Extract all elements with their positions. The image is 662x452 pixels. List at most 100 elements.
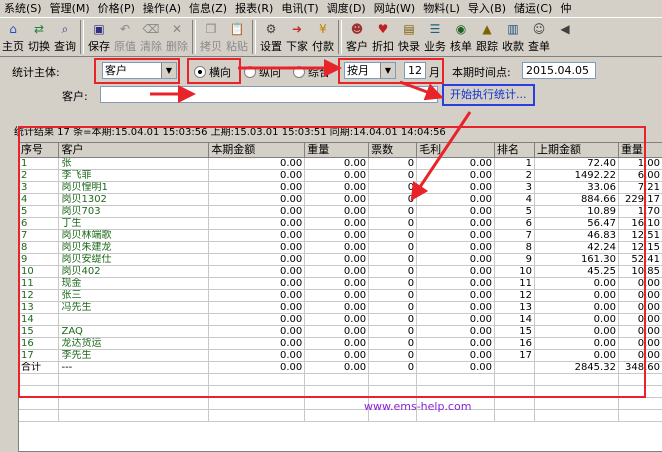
period-count-input[interactable]: 12 [404, 62, 426, 79]
toolbar-button-discount[interactable]: ♥ 折扣 [370, 18, 396, 56]
toolbar-button-verify[interactable]: ◉ 核单 [448, 18, 474, 56]
menu-item-7[interactable]: 调度(D) [323, 0, 370, 17]
table-cell: 10.89 [534, 205, 619, 218]
table-row[interactable]: 3 岗贝惶明1 0.00 0.00 0 0.00 3 33.06 7.21 [19, 181, 662, 194]
table-row[interactable]: 10 岗贝402 0.00 0.00 0 0.00 10 45.25 10.85 [19, 265, 662, 278]
table-row[interactable]: 11 现金 0.00 0.00 0 0.00 11 0.00 0.00 [19, 277, 662, 290]
table-row[interactable]: 15 ZAQ 0.00 0.00 0 0.00 15 0.00 0.00 [19, 325, 662, 338]
toolbar-button-copy[interactable]: ❐ 拷贝 [198, 18, 224, 56]
toolbar-button-customer[interactable]: ☻ 客户 [344, 18, 370, 56]
menu-item-2[interactable]: 价格(P) [94, 0, 139, 17]
toolbar-button-switch[interactable]: ⇄ 切换 [26, 18, 52, 56]
table-cell: 0 [368, 265, 418, 278]
clear-icon: ⌫ [142, 22, 160, 36]
copy-icon: ❐ [205, 22, 217, 36]
table-cell: 16 [19, 337, 60, 350]
column-header[interactable]: 本期金额 [208, 143, 306, 158]
column-header[interactable]: 客户 [58, 143, 210, 158]
column-header[interactable]: 序号 [19, 143, 60, 158]
chevron-down-icon[interactable]: ▼ [161, 63, 176, 78]
menu-item-10[interactable]: 导入(B) [464, 0, 510, 17]
customer-input[interactable] [100, 86, 438, 103]
subject-select[interactable]: 客户 ▼ [102, 62, 177, 79]
empty-cell [208, 385, 306, 398]
toolbar-button-track[interactable]: ▲ 跟踪 [474, 18, 500, 56]
verify-icon: ◉ [455, 22, 467, 36]
toolbar-button-next-client[interactable]: ➜ 下家 [284, 18, 310, 56]
table-cell: 0.00 [534, 337, 619, 350]
toolbar-button-delete[interactable]: ✕ 删除 [164, 18, 190, 56]
toolbar-button-quick-entry[interactable]: ▤ 快录 [396, 18, 422, 56]
toolbar-button-business[interactable]: ☰ 业务 [422, 18, 448, 56]
radio-combined[interactable]: 综合 [293, 64, 330, 80]
table-cell: 0.00 [534, 277, 619, 290]
more-icon: ◀ [560, 22, 570, 36]
empty-cell [208, 373, 306, 386]
table-cell: 岗贝703 [58, 205, 210, 218]
radio-horizontal[interactable]: 横向 [194, 64, 231, 80]
menu-item-3[interactable]: 操作(A) [139, 0, 185, 17]
table-cell: 6.00 [618, 169, 662, 182]
column-header[interactable]: 上期金额 [534, 143, 619, 158]
radio-vertical[interactable]: 纵向 [244, 64, 281, 80]
column-header[interactable]: 排名 [494, 143, 535, 158]
toolbar-button-find-order[interactable]: ☺ 查单 [526, 18, 552, 56]
toolbar-button-settings[interactable]: ⚙ 设置 [258, 18, 284, 56]
toolbar-button-undo[interactable]: ↶ 原值 [112, 18, 138, 56]
table-cell: 0.00 [208, 349, 306, 362]
column-header[interactable]: 重量 [304, 143, 370, 158]
menu-item-12[interactable]: 仲 [556, 0, 575, 17]
table-row[interactable]: 13 冯先生 0.00 0.00 0 0.00 13 0.00 0.00 [19, 301, 662, 314]
column-header[interactable]: 重量 [618, 143, 662, 158]
table-cell: 33.06 [534, 181, 619, 194]
table-row[interactable]: 14 0.00 0.00 0 0.00 14 0.00 0.00 [19, 313, 662, 326]
results-grid[interactable]: 序号 客户 本期金额 重量 票数 毛利 排名 上期金额 重量 1 张 0.00 0.00 0 0.00 1 7… [18, 142, 662, 452]
table-cell: 0.00 [304, 217, 370, 230]
table-cell: 0 [368, 289, 418, 302]
period-select[interactable]: 按月 ▼ [344, 62, 396, 79]
menu-item-0[interactable]: 系统(S) [0, 0, 46, 17]
toolbar-button-payment[interactable]: ¥ 付款 [310, 18, 336, 56]
menu-item-5[interactable]: 报表(R) [231, 0, 277, 17]
results-table: 序号 客户 本期金额 重量 票数 毛利 排名 上期金额 重量 1 张 0.00 0.00 0 0.00 1 7… [19, 143, 662, 422]
menu-item-6[interactable]: 电讯(T) [277, 0, 322, 17]
table-row[interactable]: 16 龙达货运 0.00 0.00 0 0.00 16 0.00 0.00 [19, 337, 662, 350]
table-row[interactable]: 1 张 0.00 0.00 0 0.00 1 72.40 1.00 [19, 157, 662, 170]
column-header[interactable]: 票数 [368, 143, 418, 158]
menu-item-8[interactable]: 网站(W) [370, 0, 419, 17]
menu-item-11[interactable]: 储运(C) [510, 0, 556, 17]
menu-item-4[interactable]: 信息(Z) [185, 0, 231, 17]
column-header[interactable]: 毛利 [416, 143, 496, 158]
table-cell: 0.00 [304, 169, 370, 182]
search-icon: ⌕ [61, 22, 69, 36]
menu-item-1[interactable]: 管理(M) [46, 0, 94, 17]
toolbar-button-save[interactable]: ▣ 保存 [86, 18, 112, 56]
toolbar-button-clear[interactable]: ⌫ 清除 [138, 18, 164, 56]
toolbar-button-more[interactable]: ◀ [552, 18, 578, 56]
table-row[interactable]: 17 李先生 0.00 0.00 0 0.00 17 0.00 0.00 [19, 349, 662, 362]
table-row[interactable]: 6 丁生 0.00 0.00 0 0.00 6 56.47 16.10 [19, 217, 662, 230]
toolbar-button-paste[interactable]: 📋 粘贴 [224, 18, 250, 56]
table-row[interactable]: 9 岗贝安缇仕 0.00 0.00 0 0.00 9 161.30 52.41 [19, 253, 662, 266]
toolbar-button-home[interactable]: ⌂ 主页 [0, 18, 26, 56]
chevron-down-icon[interactable]: ▼ [380, 63, 395, 78]
table-row[interactable]: 8 岗贝朱建龙 0.00 0.00 0 0.00 8 42.24 12.15 [19, 241, 662, 254]
toolbar-button-search[interactable]: ⌕ 查询 [52, 18, 78, 56]
table-row[interactable]: 2 李飞菲 0.00 0.00 0 0.00 2 1492.22 6.00 [19, 169, 662, 182]
table-row[interactable]: 7 岗贝林端歌 0.00 0.00 0 0.00 7 46.83 12.51 [19, 229, 662, 242]
find-order-icon: ☺ [532, 22, 546, 36]
menu-item-9[interactable]: 物料(L) [419, 0, 464, 17]
start-statistics-button[interactable]: 开始执行统计... [442, 84, 535, 106]
table-cell: 0.00 [618, 289, 662, 302]
table-cell: 12 [494, 289, 535, 302]
undo-icon: ↶ [119, 22, 131, 36]
table-row[interactable]: 12 张三 0.00 0.00 0 0.00 12 0.00 0.00 [19, 289, 662, 302]
table-cell: 0.00 [534, 301, 619, 314]
table-cell: 3 [19, 181, 60, 194]
toolbar-button-receive[interactable]: ▥ 收款 [500, 18, 526, 56]
time-point-input[interactable]: 2015.04.05 [522, 62, 596, 79]
table-row[interactable]: 4 岗贝1302 0.00 0.00 0 0.00 4 884.66 229.17 [19, 193, 662, 206]
table-row[interactable]: 5 岗贝703 0.00 0.00 0 0.00 5 10.89 1.70 [19, 205, 662, 218]
table-cell: 6 [494, 217, 535, 230]
table-cell: 0.00 [208, 217, 306, 230]
